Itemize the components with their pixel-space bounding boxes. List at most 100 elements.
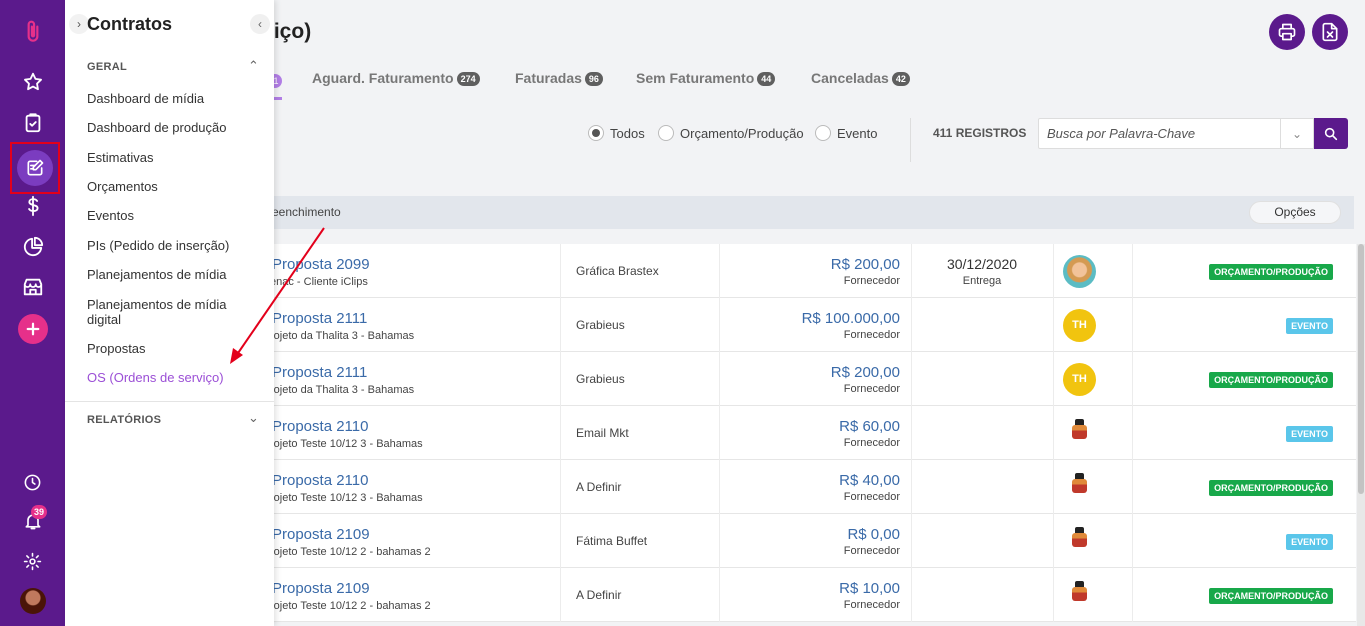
cell-divider [560, 514, 561, 568]
search-icon [1324, 127, 1338, 140]
menu-item-estimativas[interactable]: Estimativas [87, 150, 262, 165]
cell-divider [560, 298, 561, 352]
row-title[interactable]: Proposta 2111 [272, 310, 367, 327]
row-value: R$ 0,00 [847, 526, 900, 543]
cell-divider [1132, 460, 1133, 514]
chevron-up-icon[interactable]: ⌃ [248, 58, 259, 74]
table-row[interactable]: Proposta 2111 rojeto da Thalita 3 - Baha… [270, 352, 1356, 406]
user-avatar[interactable] [20, 588, 46, 614]
row-value-label: Fornecedor [843, 491, 900, 503]
row-supplier: Fátima Buffet [576, 534, 648, 548]
search-input[interactable] [1038, 118, 1281, 149]
row-value: R$ 40,00 [839, 472, 900, 489]
search-dropdown-toggle[interactable]: ⌄ [1280, 118, 1314, 149]
scrollbar-thumb[interactable] [1358, 244, 1364, 494]
print-button[interactable] [1269, 14, 1305, 50]
chevron-down-icon: ⌄ [1291, 126, 1303, 141]
menu-item-dashboard-producao[interactable]: Dashboard de produção [87, 120, 262, 135]
row-title[interactable]: Proposta 2110 [272, 418, 368, 435]
tab-aguard-faturamento[interactable]: Aguard. Faturamento 274 [312, 70, 480, 87]
row-value-label: Fornecedor [843, 545, 900, 557]
menu-item-planejamentos-midia-digital[interactable]: Planejamentos de mídia digital [87, 297, 262, 327]
paperclip-logo-icon[interactable] [0, 12, 65, 52]
clock-icon[interactable] [0, 462, 65, 502]
tab-count: 96 [584, 72, 603, 87]
radio-dot-selected [588, 125, 604, 141]
table-row[interactable]: Proposta 2111 rojeto da Thalita 3 - Baha… [270, 298, 1356, 352]
cell-divider [911, 514, 912, 568]
status-badge: ORÇAMENTO/PRODUÇÃO [1209, 588, 1333, 604]
radio-todos[interactable]: Todos [588, 125, 645, 141]
section-geral[interactable]: GERAL [87, 61, 127, 73]
row-title[interactable]: Proposta 2109 [272, 526, 370, 543]
row-title[interactable]: Proposta 2111 [272, 364, 367, 381]
row-value: R$ 60,00 [839, 418, 900, 435]
vertical-scrollbar[interactable] [1357, 244, 1365, 626]
cell-divider [560, 244, 561, 298]
radio-evento[interactable]: Evento [815, 125, 877, 141]
contratos-submenu: › Contratos ‹ GERAL ⌃ Dashboard de mídia… [65, 0, 274, 626]
tab-count: 274 [456, 72, 480, 87]
menu-item-dashboard-midia[interactable]: Dashboard de mídia [87, 91, 262, 106]
tab-canceladas[interactable]: Canceladas 42 [811, 70, 910, 87]
status-badge: ORÇAMENTO/PRODUÇÃO [1209, 264, 1333, 280]
star-icon[interactable] [0, 62, 65, 102]
row-supplier: Gráfica Brastex [576, 264, 659, 278]
export-excel-button[interactable] [1312, 14, 1348, 50]
cell-divider [911, 298, 912, 352]
radio-orcamento-producao[interactable]: Orçamento/Produção [658, 125, 804, 141]
gear-icon[interactable] [0, 541, 65, 581]
table-row[interactable]: Proposta 2109 rojeto Teste 10/12 2 - bah… [270, 514, 1356, 568]
options-button[interactable]: Opções [1249, 201, 1341, 224]
cell-divider [560, 568, 561, 622]
table-header-label: reenchimento [268, 205, 341, 219]
search-button[interactable] [1314, 118, 1348, 149]
menu-item-eventos[interactable]: Eventos [87, 208, 262, 223]
tab-faturadas[interactable]: Faturadas 96 [515, 70, 603, 87]
store-icon[interactable] [0, 267, 65, 307]
cell-divider [719, 406, 720, 460]
table-row[interactable]: Proposta 2110 rojeto Teste 10/12 3 - Bah… [270, 406, 1356, 460]
expand-chevron-icon[interactable]: › [69, 14, 89, 34]
cell-divider [719, 568, 720, 622]
submenu-title: Contratos [87, 14, 172, 34]
cell-divider [1053, 244, 1054, 298]
cell-divider [911, 460, 912, 514]
cell-divider [1132, 514, 1133, 568]
dollar-icon[interactable] [0, 186, 65, 226]
collapse-chevron-icon[interactable]: ‹ [250, 14, 270, 34]
edit-document-icon[interactable] [17, 150, 53, 186]
row-date: 30/12/2020 [946, 256, 1018, 272]
tab-label: Sem Faturamento [636, 70, 755, 86]
menu-item-pis[interactable]: PIs (Pedido de inserção) [87, 238, 262, 253]
cell-divider [560, 460, 561, 514]
row-value: R$ 100.000,00 [801, 310, 900, 327]
menu-item-orcamentos[interactable]: Orçamentos [87, 179, 262, 194]
row-title[interactable]: Proposta 2110 [272, 472, 368, 489]
avatar [1063, 471, 1096, 504]
row-date-label: Entrega [962, 275, 1002, 287]
clipboard-check-icon[interactable] [0, 103, 65, 143]
plus-icon[interactable] [0, 309, 65, 349]
cell-divider [1132, 352, 1133, 406]
table-row[interactable]: Proposta 2109 rojeto Teste 10/12 2 - bah… [270, 568, 1356, 622]
row-title[interactable]: Proposta 2109 [272, 580, 370, 597]
row-title[interactable]: Proposta 2099 [272, 256, 370, 273]
avatar [1063, 417, 1096, 450]
menu-item-os[interactable]: OS (Ordens de serviço) [87, 370, 262, 385]
status-badge: EVENTO [1286, 318, 1333, 334]
row-subtitle: rojeto da Thalita 3 - Bahamas [270, 384, 415, 396]
table-row[interactable]: Proposta 2110 rojeto Teste 10/12 3 - Bah… [270, 460, 1356, 514]
pie-chart-icon[interactable] [0, 227, 65, 267]
row-supplier: A Definir [576, 588, 622, 602]
row-value: R$ 10,00 [839, 580, 900, 597]
tab-sem-faturamento[interactable]: Sem Faturamento 44 [636, 70, 776, 87]
section-relatorios[interactable]: RELATÓRIOS [87, 414, 161, 426]
table-row[interactable]: Proposta 2099 enac - Cliente iClips Gráf… [270, 244, 1356, 298]
cell-divider [1132, 406, 1133, 460]
menu-item-planejamentos-midia[interactable]: Planejamentos de mídia [87, 267, 262, 282]
row-subtitle: rojeto Teste 10/12 2 - bahamas 2 [270, 600, 431, 612]
status-badge: EVENTO [1286, 534, 1333, 550]
chevron-down-icon[interactable]: ⌄ [248, 410, 259, 426]
menu-item-propostas[interactable]: Propostas [87, 341, 262, 356]
